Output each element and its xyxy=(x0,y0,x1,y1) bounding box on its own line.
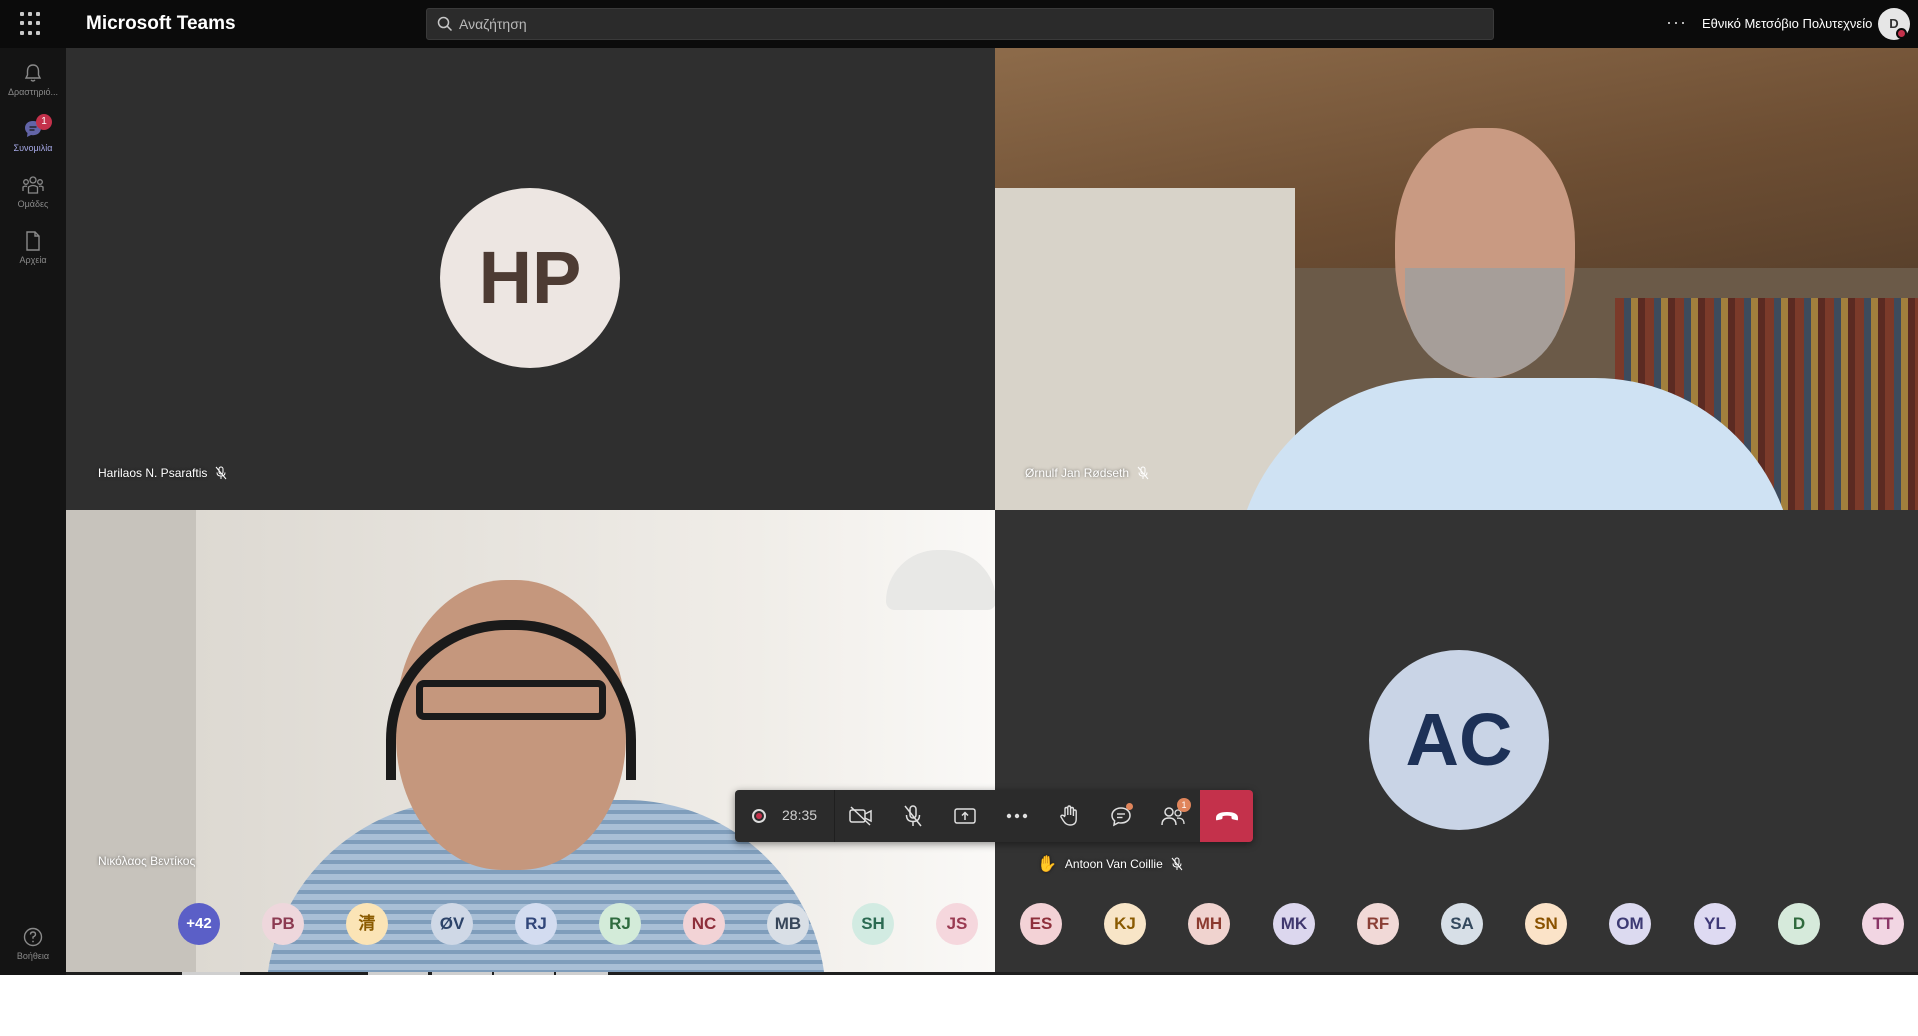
show-participants-button[interactable]: 1 xyxy=(1147,790,1199,842)
file-icon xyxy=(26,231,40,251)
help-label: Βοήθεια xyxy=(16,951,50,961)
participant-avatar[interactable]: SA xyxy=(1441,903,1483,945)
rail-item-teams[interactable]: Ομάδες xyxy=(0,166,66,222)
video-person xyxy=(1405,268,1565,378)
participant-avatar[interactable]: SH xyxy=(852,903,894,945)
organization-name[interactable]: Εθνικό Μετσόβιο Πολυτεχνείο xyxy=(1702,16,1872,31)
app-title: Microsoft Teams xyxy=(86,13,236,34)
call-timer: 28:35 xyxy=(782,807,818,823)
participant-avatar[interactable]: JS xyxy=(936,903,978,945)
participant-name-tag: Ørnulf Jan Rødseth xyxy=(1025,466,1149,480)
raise-hand-button[interactable] xyxy=(1043,790,1095,842)
participant-strip: +42 PB 清 ØV RJ RJ NC MB SH JS ES KJ MH MK RF SA SN OM YL D T… xyxy=(178,903,1908,947)
participants-badge: 1 xyxy=(1177,798,1191,812)
participant-name-tag: ✋ Antoon Van Coillie xyxy=(1037,854,1183,874)
presence-status-icon xyxy=(1896,28,1907,39)
participant-avatar[interactable]: RF xyxy=(1357,903,1399,945)
participant-name: Antoon Van Coillie xyxy=(1064,857,1163,871)
mic-off-icon xyxy=(1137,466,1149,480)
show-conversation-button[interactable] xyxy=(1095,790,1147,842)
participant-avatar[interactable]: 清 xyxy=(346,903,388,945)
more-icon xyxy=(1006,813,1028,819)
mic-off-icon xyxy=(904,805,922,827)
participant-name-tag: Harilaos N. Psaraftis xyxy=(98,466,227,480)
participant-avatar[interactable]: D xyxy=(1778,903,1820,945)
participant-name: Νικόλαος Βεντίκος xyxy=(98,854,196,868)
participant-avatar[interactable]: MH xyxy=(1188,903,1230,945)
more-participants-button[interactable]: +42 xyxy=(178,903,220,945)
rail-item-chat[interactable]: 1 Συνομιλία xyxy=(0,110,66,166)
search-input[interactable]: Αναζήτηση xyxy=(426,8,1494,40)
participant-avatar[interactable]: ES xyxy=(1020,903,1062,945)
participant-avatar[interactable]: OM xyxy=(1609,903,1651,945)
search-icon xyxy=(437,16,453,32)
rail-item-activity[interactable]: Δραστηριό... xyxy=(0,54,66,110)
left-rail: Δραστηριό... 1 Συνομιλία Ομάδες Αρχεία xyxy=(0,48,66,975)
participant-name: Ørnulf Jan Rødseth xyxy=(1025,466,1130,480)
app-launcher-icon[interactable] xyxy=(20,12,44,36)
participant-avatar[interactable]: ØV xyxy=(431,903,473,945)
participant-avatar[interactable]: TT xyxy=(1862,903,1904,945)
video-background xyxy=(995,188,1295,510)
teams-icon xyxy=(22,176,44,194)
rail-label-teams: Ομάδες xyxy=(17,199,49,209)
participant-avatar[interactable]: YL xyxy=(1694,903,1736,945)
participant-name: Harilaos N. Psaraftis xyxy=(98,466,208,480)
camera-toggle-button[interactable] xyxy=(835,790,887,842)
help-button[interactable]: Βοήθεια xyxy=(0,920,66,970)
camera-off-icon xyxy=(849,806,872,826)
rail-label-activity: Δραστηριό... xyxy=(7,87,59,97)
raised-hand-icon: ✋ xyxy=(1037,856,1057,873)
hand-icon xyxy=(1060,805,1077,826)
participant-tile-ornulf[interactable]: Ørnulf Jan Rødseth xyxy=(995,48,1918,510)
hang-up-button[interactable] xyxy=(1200,790,1253,842)
participant-avatar[interactable]: KJ xyxy=(1104,903,1146,945)
video-background xyxy=(66,510,196,972)
participant-avatar[interactable]: SN xyxy=(1525,903,1567,945)
participant-avatar[interactable]: PB xyxy=(262,903,304,945)
more-options-button[interactable]: ··· xyxy=(1666,12,1687,33)
participant-avatar[interactable]: RJ xyxy=(515,903,557,945)
participant-avatar[interactable]: MK xyxy=(1273,903,1315,945)
bell-icon xyxy=(24,64,42,82)
participant-tile-harilaos[interactable]: HP Harilaos N. Psaraftis xyxy=(66,48,995,510)
participant-avatar-ac: AC xyxy=(1369,650,1549,830)
video-person xyxy=(416,680,606,720)
participant-avatar[interactable]: NC xyxy=(683,903,725,945)
new-message-dot xyxy=(1126,803,1133,810)
participant-avatar[interactable]: RJ xyxy=(599,903,641,945)
top-bar: Microsoft Teams Αναζήτηση ··· Εθνικό Μετ… xyxy=(0,0,1918,48)
share-screen-button[interactable] xyxy=(939,790,991,842)
mic-off-icon xyxy=(215,466,227,480)
participant-avatar[interactable]: MB xyxy=(767,903,809,945)
share-screen-icon xyxy=(954,808,976,824)
mic-toggle-button[interactable] xyxy=(887,790,939,842)
help-icon xyxy=(23,927,43,947)
hang-up-icon xyxy=(1215,812,1238,821)
teams-window: Microsoft Teams Αναζήτηση ··· Εθνικό Μετ… xyxy=(0,0,1918,975)
page-background xyxy=(0,975,1918,1036)
chat-unread-badge: 1 xyxy=(36,114,52,130)
search-placeholder: Αναζήτηση xyxy=(459,16,527,32)
rail-label-files: Αρχεία xyxy=(19,255,47,265)
call-controls-bar: 28:35 1 xyxy=(735,790,1253,842)
recording-icon xyxy=(752,809,766,823)
rail-item-files[interactable]: Αρχεία xyxy=(0,222,66,278)
more-actions-button[interactable] xyxy=(991,790,1043,842)
participant-name-tag: Νικόλαος Βεντίκος xyxy=(98,854,195,868)
participant-avatar-hp: HP xyxy=(440,188,620,368)
mic-off-icon xyxy=(1171,857,1183,871)
rail-label-chat: Συνομιλία xyxy=(13,143,53,153)
